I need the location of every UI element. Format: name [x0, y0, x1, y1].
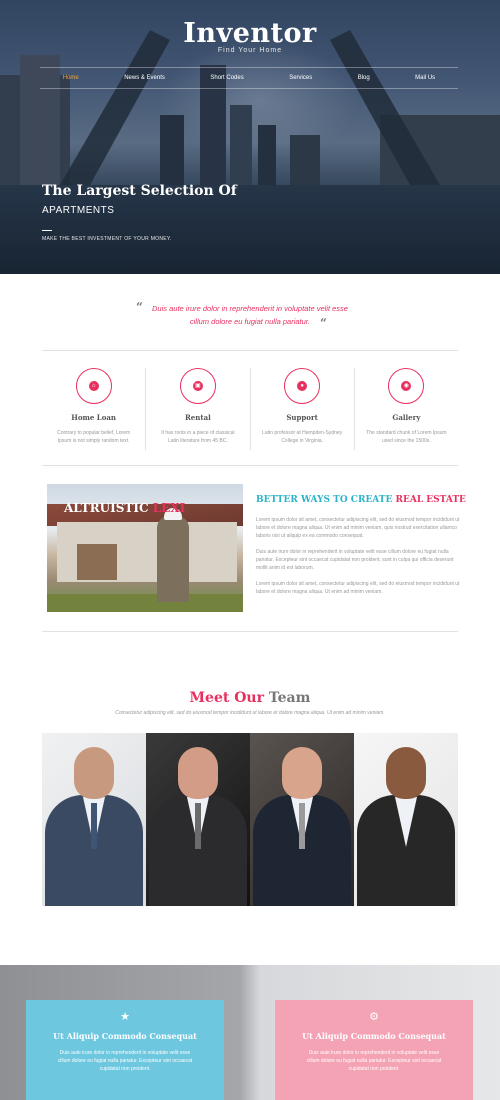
member-face: [386, 747, 426, 799]
nav-blog[interactable]: Blog: [358, 75, 370, 81]
about-heading-a: BETTER WAYS TO CREATE: [256, 495, 396, 505]
nav-mail-us[interactable]: Mail Us: [415, 75, 435, 81]
home-icon: ⌂: [88, 381, 99, 391]
main-nav: Home News & Events Short Codes Services …: [40, 67, 458, 89]
features-row: ⌂ Home Loan Contrary to popular belief, …: [42, 368, 458, 450]
member-tie: [91, 803, 97, 849]
user-icon: ●: [297, 381, 308, 391]
card-title: Ut Aliquip Commodo Consequat: [53, 1031, 197, 1041]
hero-banner: Inventor Find Your Home Home News & Even…: [0, 0, 500, 274]
feature-text: Contrary to popular belief, Lorem Ipsum …: [57, 430, 131, 444]
about-heading: BETTER WAYS TO CREATE REAL ESTATE: [256, 495, 466, 505]
section-divider: [42, 631, 458, 632]
feature-gallery[interactable]: ◉ Gallery The standard chunk of Lorem Ip…: [353, 368, 458, 450]
hero-tagline: MAKE THE BEST INVESTMENT OF YOUR MONEY.: [42, 236, 172, 242]
feature-icon-circle: ⌂: [75, 368, 112, 404]
team-member[interactable]: [42, 733, 146, 906]
card-text: Duis aute irure dolor in reprehenderit i…: [57, 1050, 193, 1072]
photo-title-b: LEXI: [152, 501, 186, 515]
team-member[interactable]: [146, 733, 250, 906]
feature-text: The standard chunk of Lorem Ipsum used s…: [366, 430, 447, 444]
member-face: [178, 747, 218, 799]
feature-title: Support: [286, 413, 318, 422]
card-text: Duis aute irure dolor in reprehenderit i…: [306, 1050, 442, 1072]
hero-divider: [42, 230, 52, 231]
team-member[interactable]: [250, 733, 354, 906]
gear-icon: ⚙: [369, 1011, 379, 1023]
feature-text: It has roots in a piece of classical Lat…: [161, 430, 235, 444]
feature-support[interactable]: ● Support Latin professor at Hampden-Syd…: [249, 368, 354, 450]
photo-title: ALTRUISTIC LEXI: [64, 501, 185, 515]
team-member[interactable]: [354, 733, 458, 906]
service-card-1[interactable]: ★ Ut Aliquip Commodo Consequat Duis aute…: [26, 1000, 224, 1100]
star-icon: ★: [120, 1011, 130, 1023]
about-paragraph-1: Lorem ipsum dolor sit amet, consectetur …: [256, 517, 460, 539]
card-title: Ut Aliquip Commodo Consequat: [302, 1031, 446, 1041]
about-paragraph-3: Lorem ipsum dolor sit amet, consectetur …: [256, 581, 460, 595]
photo-garage-door: [77, 544, 117, 580]
team-subtitle: Consectetur adipiscing elit, sed do eius…: [115, 710, 385, 716]
quote-block: Duis aute irure dolor in reprehenderit i…: [0, 302, 500, 328]
feature-icon-circle: ●: [284, 368, 321, 404]
feature-title: Home Loan: [71, 413, 117, 422]
feature-rental[interactable]: ▣ Rental It has roots in a piece of clas…: [145, 368, 249, 450]
feature-text: Latin professor at Hampden-Sydney Colleg…: [262, 430, 343, 444]
member-tie: [195, 803, 201, 849]
member-face: [282, 747, 322, 799]
brand: Inventor Find Your Home: [0, 18, 500, 54]
site-logo[interactable]: Inventor: [0, 18, 500, 49]
feature-home-loan[interactable]: ⌂ Home Loan Contrary to popular belief, …: [42, 368, 145, 450]
feature-title: Rental: [184, 413, 211, 422]
team-heading: Meet Our Team: [0, 690, 500, 706]
briefcase-icon: ▣: [192, 381, 203, 391]
member-face: [74, 747, 114, 799]
hero-title: The Largest Selection Of: [42, 183, 237, 199]
member-tie: [299, 803, 305, 849]
photo-grass: [47, 594, 243, 612]
team-photos: [42, 733, 458, 906]
site-tagline: Find Your Home: [217, 47, 283, 54]
team-heading-b: Team: [268, 690, 311, 706]
nav-short-codes[interactable]: Short Codes: [210, 75, 243, 81]
feature-icon-circle: ◉: [388, 368, 425, 404]
nav-news-events[interactable]: News & Events: [124, 75, 165, 81]
nav-services[interactable]: Services: [289, 75, 312, 81]
feature-title: Gallery: [392, 413, 421, 422]
hero-subtitle: APARTMENTS: [42, 205, 115, 216]
quote-line-2: cillum dolore eu fugiat nulla pariatur.: [189, 317, 311, 326]
quote-line-1: Duis aute irure dolor in reprehenderit i…: [152, 304, 348, 313]
feature-icon-circle: ▣: [179, 368, 216, 404]
photo-title-a: ALTRUISTIC: [64, 501, 153, 515]
section-divider: [42, 350, 458, 351]
photo-worker: [157, 516, 189, 602]
quote-close-icon: “: [320, 316, 327, 330]
nav-home[interactable]: Home: [63, 75, 79, 81]
service-card-2[interactable]: ⚙ Ut Aliquip Commodo Consequat Duis aute…: [275, 1000, 473, 1100]
team-heading-a: Meet Our: [189, 690, 269, 706]
about-heading-b: REAL ESTATE: [395, 495, 466, 505]
about-paragraph-2: Duis aute irure dolor in reprehenderit i…: [256, 549, 454, 571]
section-divider: [42, 465, 458, 466]
camera-icon: ◉: [401, 381, 412, 391]
